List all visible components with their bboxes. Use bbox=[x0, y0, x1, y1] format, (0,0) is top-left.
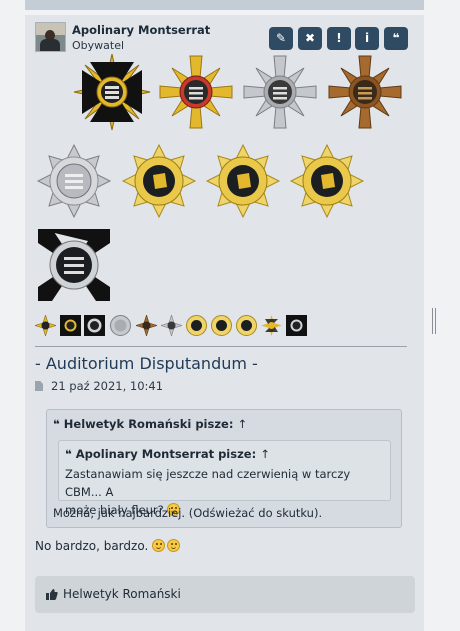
post-body: No bardzo, bardzo. bbox=[35, 539, 181, 553]
top-strip bbox=[25, 0, 424, 10]
post-date: 21 paź 2021, 10:41 bbox=[51, 379, 164, 393]
black-gold-cross-medal-icon bbox=[73, 53, 151, 131]
quote-text: Można, jak najbardziej. (Odświeżać do sk… bbox=[53, 506, 323, 520]
nested-quote-author: Apolinary Montserrat pisze: bbox=[75, 447, 257, 461]
smile-emoji-icon bbox=[167, 539, 181, 552]
nested-jump-to-post-link[interactable]: ↑ bbox=[260, 447, 270, 461]
nested-quote-block: ❝ Apolinary Montserrat pisze: ↑ Zastanaw… bbox=[58, 440, 391, 517]
divider bbox=[35, 346, 407, 347]
black-cross-mini-icon bbox=[60, 315, 81, 336]
black-gold-cross-mini-icon bbox=[261, 315, 282, 336]
gold-star-mini-icon-2 bbox=[211, 315, 232, 336]
report-button[interactable]: ! bbox=[327, 27, 351, 50]
pencil-icon: ✎ bbox=[275, 31, 287, 45]
black-silver-cross-mini-icon bbox=[84, 315, 105, 336]
author-rank: Obywatel bbox=[72, 39, 125, 52]
black-cross-mini-icon-2 bbox=[286, 315, 307, 336]
gold-cross-red-ring-medal-icon bbox=[159, 55, 233, 129]
post-author[interactable]: Apolinary Montserrat bbox=[72, 23, 210, 37]
edit-button[interactable]: ✎ bbox=[269, 27, 293, 50]
silver-star-medal-icon bbox=[36, 143, 112, 219]
liked-by-user[interactable]: Helwetyk Romański bbox=[63, 587, 181, 601]
post-body-text: No bardzo, bardzo. bbox=[35, 539, 149, 553]
bronze-cross-medal-icon bbox=[328, 55, 402, 129]
gold-star-medal-icon bbox=[121, 143, 197, 219]
bronze-cross-mini-icon bbox=[136, 315, 157, 336]
silver-cross-mini-icon bbox=[161, 315, 182, 336]
nested-quote-header: ❝ Apolinary Montserrat pisze: ↑ bbox=[65, 447, 270, 461]
post-meta: 21 paź 2021, 10:41 bbox=[35, 379, 163, 393]
quote-icon: ❝ bbox=[65, 447, 72, 461]
forum-post: Apolinary Montserrat Obywatel ✎ ✖ ! i ❝ bbox=[25, 15, 424, 631]
file-icon bbox=[35, 381, 43, 391]
close-icon: ✖ bbox=[304, 31, 316, 45]
quote-icon: ❝ bbox=[392, 31, 400, 45]
gold-star-medal-icon-2 bbox=[205, 143, 281, 219]
quote-icon: ❝ bbox=[53, 417, 60, 431]
exclamation-icon: ! bbox=[336, 31, 342, 45]
info-icon: i bbox=[364, 31, 370, 45]
thumbs-up-icon bbox=[46, 589, 58, 600]
quote-header: ❝ Helwetyk Romański pisze: ↑ bbox=[53, 417, 247, 431]
avatar[interactable] bbox=[35, 22, 66, 52]
info-button[interactable]: i bbox=[355, 27, 379, 50]
post-title[interactable]: - Auditorium Disputandum - bbox=[35, 354, 258, 373]
gold-star-mini-icon bbox=[186, 315, 207, 336]
quote-button[interactable]: ❝ bbox=[384, 27, 408, 50]
silver-star-mini-icon bbox=[110, 315, 131, 336]
jump-to-post-link[interactable]: ↑ bbox=[237, 417, 247, 431]
gold-star-mini-icon-3 bbox=[236, 315, 257, 336]
nested-quote-line-1: Zastanawiam się jeszcze nad czerwienią w… bbox=[65, 467, 351, 499]
delete-button[interactable]: ✖ bbox=[298, 27, 322, 50]
silver-cross-medal-icon bbox=[243, 55, 317, 129]
black-silver-cross-medal-icon bbox=[38, 229, 110, 301]
likes-box: Helwetyk Romański bbox=[35, 576, 415, 613]
gold-cross-mini-icon bbox=[35, 315, 56, 336]
scrollbar-handle[interactable] bbox=[432, 308, 436, 334]
quote-author: Helwetyk Romański pisze: bbox=[63, 417, 234, 431]
quote-block: ❝ Helwetyk Romański pisze: ↑ ❝ Apolinary… bbox=[46, 409, 402, 528]
smile-emoji-icon bbox=[152, 539, 166, 552]
gold-star-medal-icon-3 bbox=[289, 143, 365, 219]
